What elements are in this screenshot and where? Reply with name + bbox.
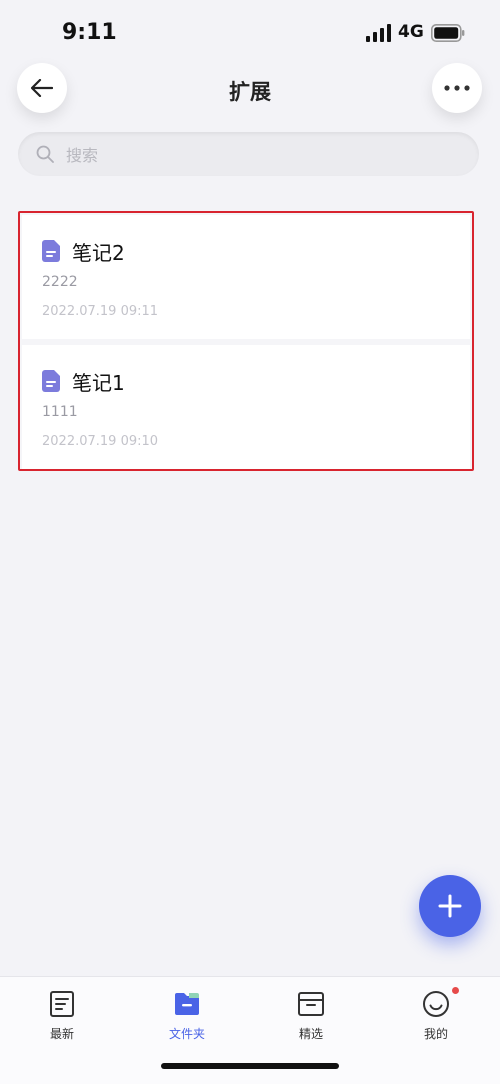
folder-icon bbox=[175, 993, 199, 1015]
signal-icon bbox=[366, 24, 391, 42]
note-title: 笔记1 bbox=[72, 371, 125, 395]
note-card[interactable]: 笔记2 2222 2022.07.19 09:11 bbox=[22, 215, 470, 339]
more-icon bbox=[444, 85, 470, 91]
note-title: 笔记2 bbox=[72, 241, 125, 265]
featured-icon bbox=[298, 992, 324, 1016]
tab-label: 最新 bbox=[49, 1027, 74, 1041]
tab-folder[interactable]: 文件夹 bbox=[142, 989, 232, 1042]
battery-icon bbox=[431, 24, 465, 42]
status-time: 9:11 bbox=[62, 20, 117, 45]
tab-featured[interactable]: 精选 bbox=[266, 989, 356, 1042]
profile-icon bbox=[423, 991, 449, 1017]
document-icon bbox=[42, 240, 60, 262]
document-icon bbox=[42, 370, 60, 392]
search-bar[interactable] bbox=[18, 132, 479, 178]
tab-label: 精选 bbox=[298, 1027, 323, 1041]
newest-icon bbox=[50, 991, 74, 1017]
more-button[interactable] bbox=[432, 63, 482, 113]
network-label: 4G bbox=[398, 22, 424, 42]
notification-dot bbox=[452, 987, 459, 994]
tab-newest[interactable]: 最新 bbox=[17, 989, 107, 1042]
note-card[interactable]: 笔记1 1111 2022.07.19 09:10 bbox=[22, 345, 470, 469]
home-indicator bbox=[161, 1063, 339, 1069]
tab-label: 我的 bbox=[423, 1027, 448, 1041]
note-preview: 2222 bbox=[42, 274, 78, 290]
page-title: 扩展 bbox=[229, 80, 271, 104]
search-input[interactable] bbox=[64, 132, 448, 178]
note-preview: 1111 bbox=[42, 404, 78, 420]
tab-profile[interactable]: 我的 bbox=[391, 989, 481, 1042]
note-date: 2022.07.19 09:10 bbox=[42, 434, 159, 449]
notes-list: 笔记2 2222 2022.07.19 09:11 笔记1 1111 2022.… bbox=[18, 211, 474, 471]
search-icon bbox=[36, 145, 54, 163]
status-bar: 9:11 4G bbox=[0, 0, 500, 60]
plus-icon bbox=[438, 894, 462, 918]
note-date: 2022.07.19 09:11 bbox=[42, 304, 159, 319]
add-note-button[interactable] bbox=[419, 875, 481, 937]
tab-label: 文件夹 bbox=[168, 1027, 205, 1041]
